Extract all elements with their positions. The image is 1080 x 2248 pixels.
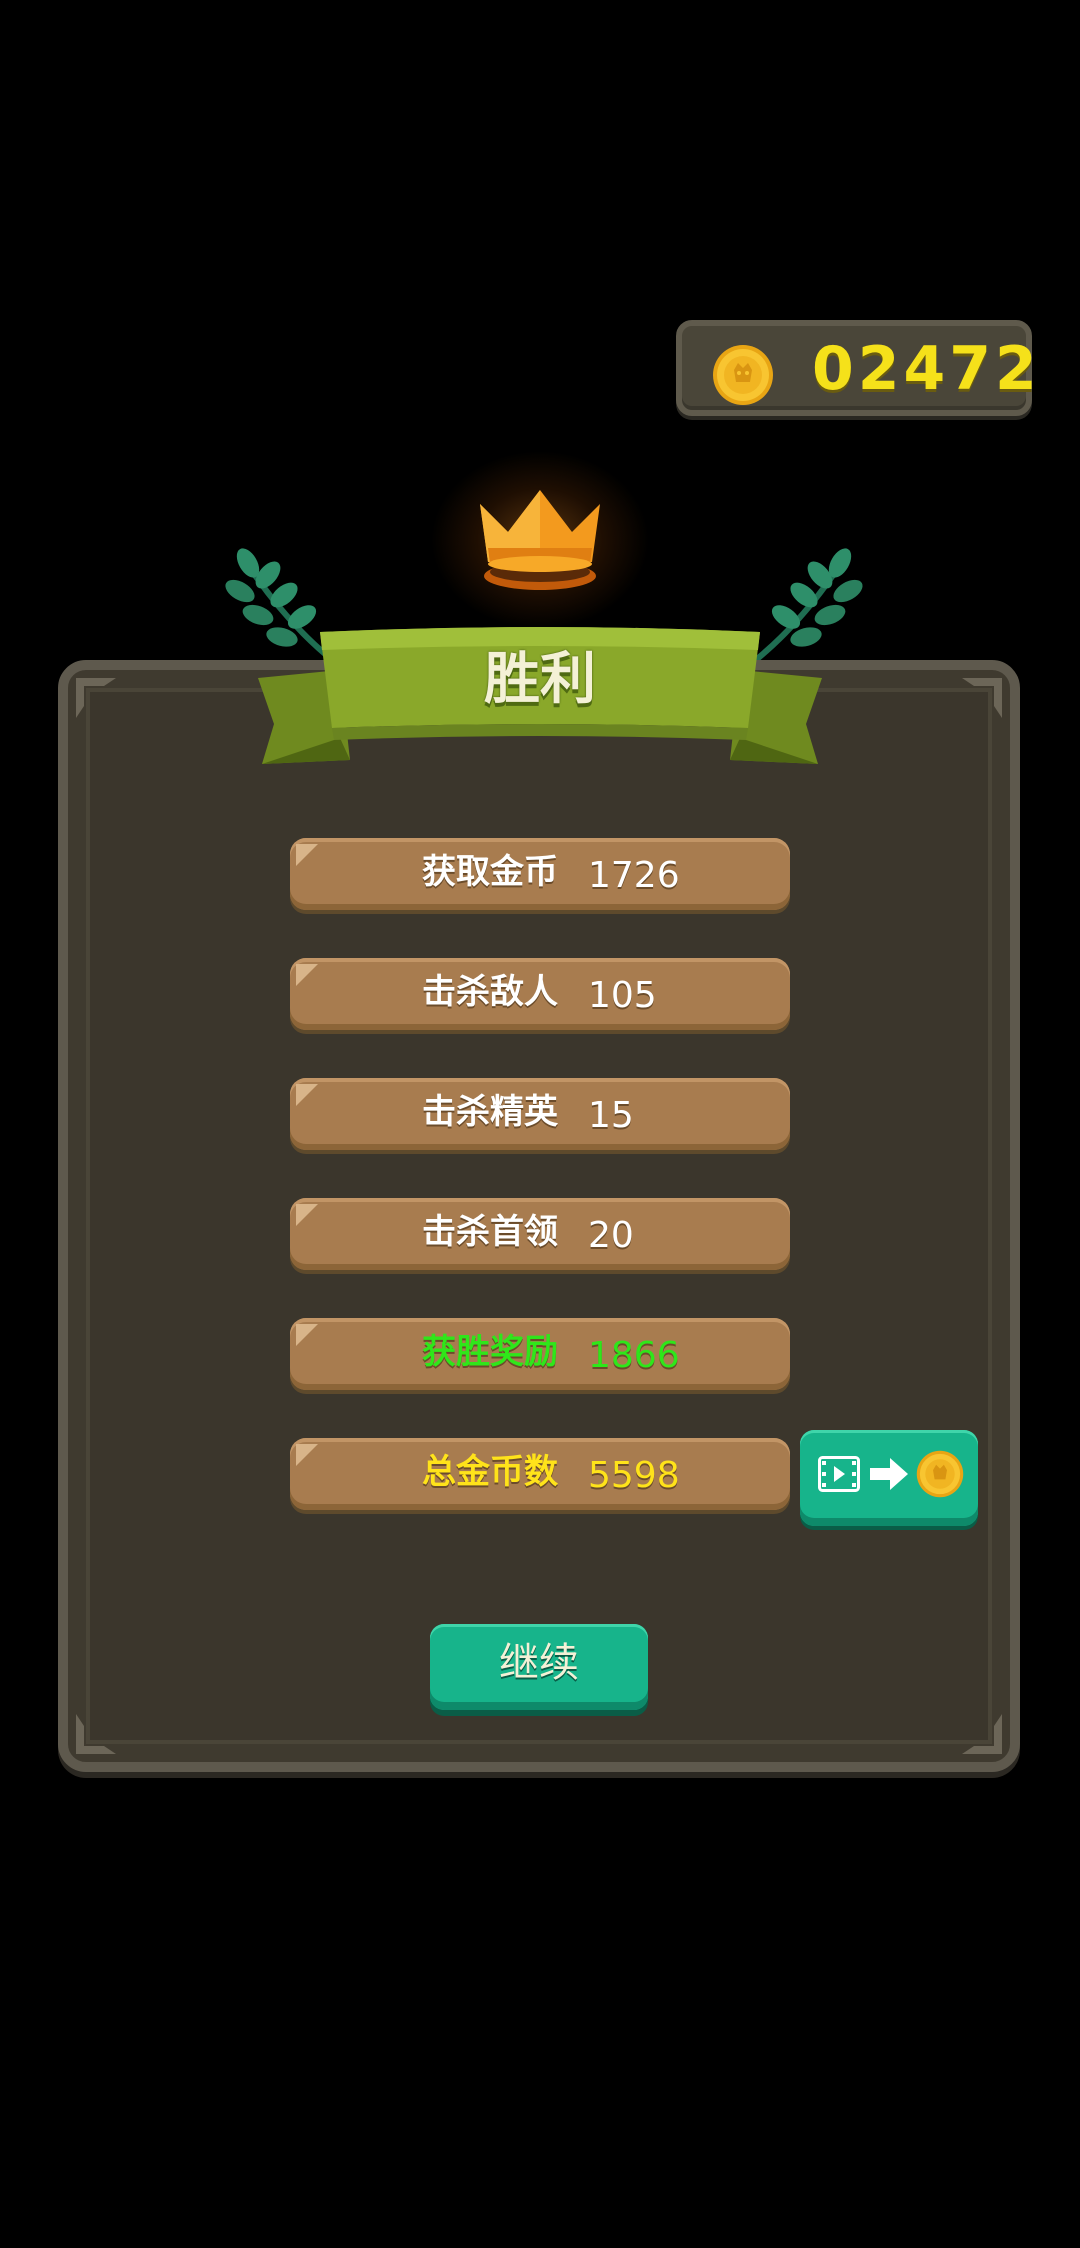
crown-icon (480, 490, 600, 590)
stat-row-elites-killed: 击杀精英 15 (290, 1078, 790, 1150)
panel-corner-ornament (962, 1714, 1002, 1754)
stat-value: 15 (588, 1095, 634, 1136)
row-notch (296, 1324, 318, 1346)
panel-corner-ornament (76, 678, 116, 718)
panel-corner-ornament (76, 1714, 116, 1754)
stat-value: 5598 (588, 1455, 680, 1496)
row-notch (296, 1084, 318, 1106)
gold-coin-icon (916, 1450, 964, 1498)
row-notch (296, 964, 318, 986)
row-notch (296, 844, 318, 866)
row-notch (296, 1204, 318, 1226)
stat-row-total-coins: 总金币数 5598 (290, 1438, 790, 1510)
stat-value: 20 (588, 1215, 634, 1256)
stat-row-coins-earned: 获取金币 1726 (290, 838, 790, 910)
watch-video-for-coins-button[interactable] (800, 1430, 978, 1526)
coin-counter: 02472 (676, 320, 1037, 416)
victory-title: 胜利 (484, 647, 596, 712)
stat-row-enemies-killed: 击杀敌人 105 (290, 958, 790, 1030)
stat-value: 1726 (588, 855, 680, 896)
stat-label: 击杀精英 (422, 1092, 558, 1132)
row-notch (296, 1444, 318, 1466)
panel-corner-ornament (962, 678, 1002, 718)
stat-value: 105 (588, 975, 657, 1016)
stat-label: 总金币数 (422, 1452, 558, 1492)
coin-amount: 02472 (812, 334, 1041, 404)
gold-coin-icon (713, 345, 773, 405)
stat-row-bosses-killed: 击杀首领 20 (290, 1198, 790, 1270)
stat-label: 击杀首领 (422, 1212, 558, 1252)
stat-label: 击杀敌人 (422, 972, 558, 1012)
stat-label: 获胜奖励 (422, 1332, 558, 1372)
stat-label: 获取金币 (422, 852, 558, 892)
stat-row-victory-reward: 获胜奖励 1866 (290, 1318, 790, 1390)
video-icon (818, 1456, 860, 1492)
arrow-right-icon (870, 1458, 908, 1490)
continue-button[interactable]: 继续 (430, 1624, 648, 1710)
stat-value: 1866 (588, 1335, 680, 1376)
